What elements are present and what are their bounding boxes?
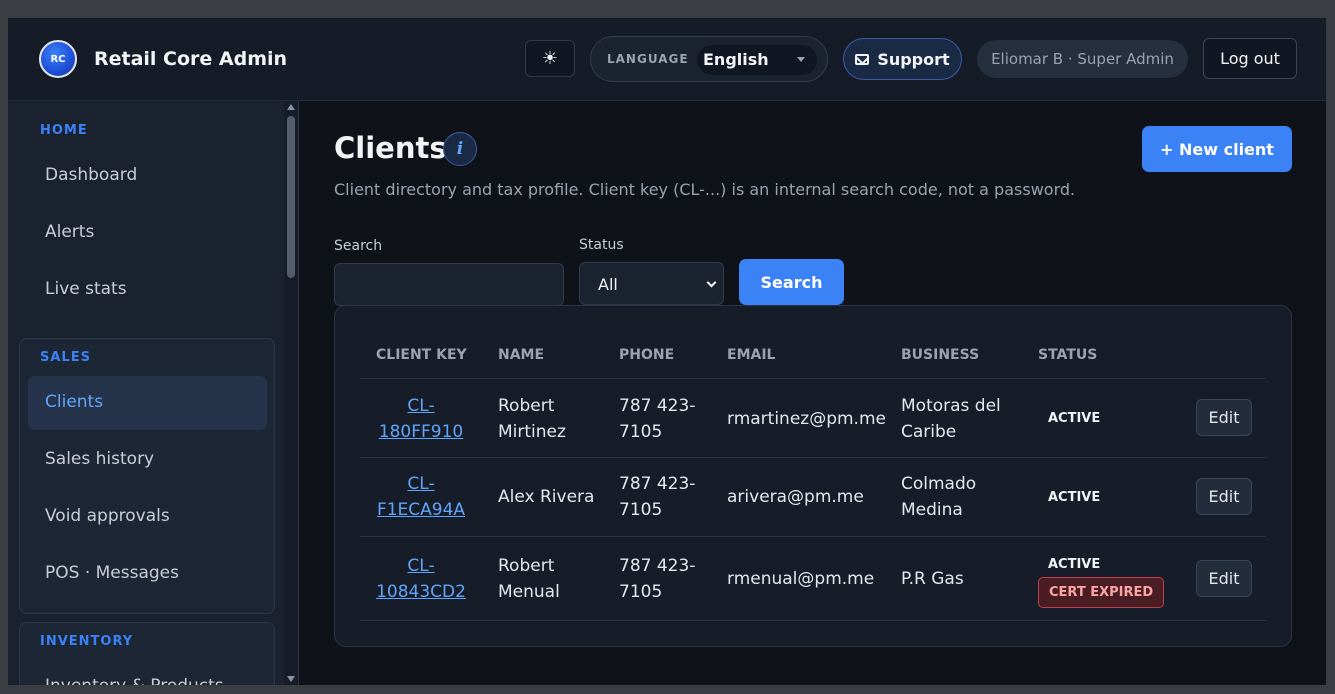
- client-email: arivera@pm.me: [727, 487, 864, 507]
- status-badge: ACTIVE: [1048, 411, 1101, 426]
- support-label: Support: [877, 49, 950, 69]
- column-header-business: BUSINESS: [901, 347, 980, 363]
- page-subtitle: Client directory and tax profile. Client…: [334, 180, 1076, 199]
- language-value: English: [703, 50, 769, 69]
- search-label: Search: [334, 238, 383, 254]
- sidebar: HOME Dashboard Alerts Live stats SALES C…: [8, 101, 299, 685]
- status-select[interactable]: All: [579, 262, 724, 305]
- status-badge: ACTIVE: [1048, 557, 1101, 572]
- client-phone: 787 423- 7105: [619, 474, 696, 520]
- app-window: RC Retail Core Admin ☀ LANGUAGE English …: [8, 18, 1326, 685]
- column-header-email: EMAIL: [727, 347, 776, 363]
- sidebar-heading-inventory: INVENTORY: [40, 634, 134, 649]
- sidebar-item-inventory-products[interactable]: Inventory & Products: [45, 676, 224, 685]
- app-title: Retail Core Admin: [94, 48, 288, 70]
- chevron-down-icon: [706, 277, 717, 288]
- sidebar-item-dashboard[interactable]: Dashboard: [45, 165, 137, 185]
- client-email: rmenual@pm.me: [727, 569, 875, 589]
- edit-button[interactable]: Edit: [1196, 399, 1252, 436]
- scroll-up-icon[interactable]: [287, 104, 295, 110]
- scroll-down-icon[interactable]: [287, 676, 295, 682]
- client-email: rmartinez@pm.me: [727, 409, 886, 429]
- language-switcher: LANGUAGE English: [590, 36, 828, 82]
- support-button[interactable]: Support: [843, 38, 962, 80]
- search-input[interactable]: [334, 263, 564, 306]
- sidebar-item-live-stats[interactable]: Live stats: [45, 279, 127, 299]
- row-divider: [360, 457, 1266, 458]
- sidebar-heading-home: HOME: [40, 123, 88, 138]
- client-key-link[interactable]: CL- 10843CD2: [376, 553, 466, 605]
- column-header-phone: PHONE: [619, 347, 675, 363]
- client-business: P.R Gas: [901, 569, 964, 589]
- page-title: Clients: [334, 131, 447, 165]
- info-icon[interactable]: i: [443, 132, 477, 166]
- new-client-button[interactable]: + New client: [1142, 126, 1292, 172]
- mail-icon: [855, 53, 870, 65]
- browser-chrome-strip: [0, 0, 1335, 18]
- status-label: Status: [579, 237, 624, 253]
- sun-icon: ☀: [541, 48, 559, 69]
- row-divider: [360, 536, 1266, 537]
- edit-button[interactable]: Edit: [1196, 560, 1252, 597]
- sidebar-item-void-approvals[interactable]: Void approvals: [45, 506, 170, 526]
- column-header-client-key: CLIENT KEY: [376, 347, 467, 363]
- caret-down-icon: [797, 57, 805, 62]
- scrollbar-thumb[interactable]: [287, 116, 295, 278]
- clients-table: CLIENT KEY NAME PHONE EMAIL BUSINESS STA…: [334, 305, 1292, 647]
- sidebar-scrollbar[interactable]: [284, 101, 298, 685]
- row-divider: [360, 620, 1266, 621]
- client-name: Alex Rivera: [498, 487, 595, 507]
- sidebar-heading-sales: SALES: [40, 350, 91, 365]
- client-name: Robert Menual: [498, 556, 560, 602]
- logo-text: RC: [50, 53, 66, 65]
- edit-button[interactable]: Edit: [1196, 478, 1252, 515]
- search-button[interactable]: Search: [739, 259, 844, 305]
- status-badge: ACTIVE: [1048, 490, 1101, 505]
- logo-icon: RC: [39, 40, 77, 78]
- column-header-status: STATUS: [1038, 347, 1098, 363]
- logout-button[interactable]: Log out: [1203, 38, 1297, 79]
- client-key-link[interactable]: CL- F1ECA94A: [376, 471, 466, 523]
- cert-expired-badge: CERT EXPIRED: [1038, 577, 1165, 608]
- client-business: Motoras del Caribe: [901, 396, 1001, 442]
- status-select-value: All: [598, 275, 618, 294]
- row-divider: [360, 378, 1266, 379]
- sidebar-item-pos-messages[interactable]: POS · Messages: [45, 563, 179, 583]
- client-key-link[interactable]: CL- 180FF910: [376, 393, 466, 445]
- sidebar-item-clients[interactable]: Clients: [45, 392, 103, 412]
- client-phone: 787 423- 7105: [619, 396, 696, 442]
- sidebar-item-sales-history[interactable]: Sales history: [45, 449, 154, 469]
- sidebar-item-alerts[interactable]: Alerts: [45, 222, 94, 242]
- main-content: Clients i Client directory and tax profi…: [300, 101, 1326, 685]
- column-header-name: NAME: [498, 347, 545, 363]
- user-badge: Eliomar B · Super Admin: [977, 40, 1188, 78]
- language-label: LANGUAGE: [607, 52, 689, 66]
- top-bar: RC Retail Core Admin ☀ LANGUAGE English …: [8, 18, 1326, 101]
- client-business: Colmado Medina: [901, 474, 977, 520]
- language-select[interactable]: English: [697, 45, 817, 75]
- client-phone: 787 423- 7105: [619, 556, 696, 602]
- client-name: Robert Mirtinez: [498, 396, 566, 442]
- theme-toggle-button[interactable]: ☀: [525, 40, 575, 77]
